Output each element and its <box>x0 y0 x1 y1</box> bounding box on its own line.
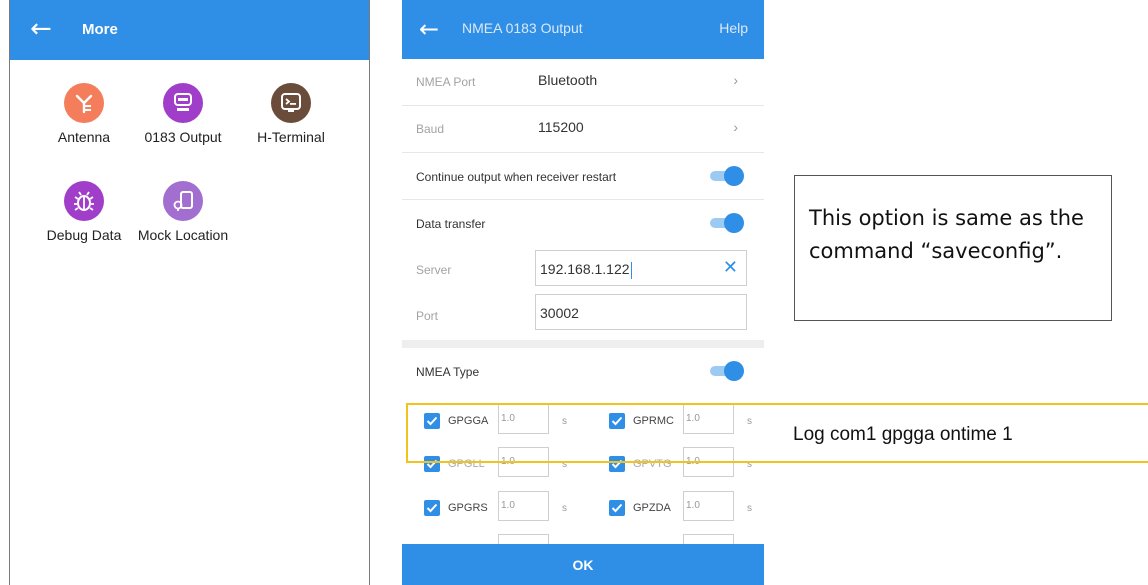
bug-icon <box>64 181 104 221</box>
port-row: Port 30002 <box>402 290 764 338</box>
clear-icon[interactable]: ✕ <box>723 257 738 278</box>
server-input-value: 192.168.1.122 <box>540 261 630 277</box>
server-input[interactable]: 192.168.1.122 ✕ <box>535 250 747 286</box>
nmea-icon <box>163 83 203 123</box>
data-transfer-toggle[interactable] <box>710 213 744 233</box>
gpgrs-unit: s <box>562 503 567 514</box>
tile-label-mock-location: Mock Location <box>137 227 229 243</box>
tile-0183-output[interactable]: 0183 Output <box>128 83 238 145</box>
gpzda-label: GPZDA <box>633 502 671 514</box>
nmea-output-screen: ← NMEA 0183 Output Help NMEA Port Blueto… <box>402 0 764 585</box>
continue-output-label: Continue output when receiver restart <box>416 170 617 184</box>
tile-antenna[interactable]: Antenna <box>29 83 139 145</box>
tile-label-h-terminal: H-Terminal <box>257 129 325 145</box>
saveconfig-callout: This option is same as the command “save… <box>794 175 1112 321</box>
antenna-icon <box>64 83 104 123</box>
tile-mock-location[interactable]: Mock Location <box>128 181 238 243</box>
more-screen: ← More Antenna 0183 Output H-Terminal De… <box>9 0 370 585</box>
server-label: Server <box>416 263 452 277</box>
baud-label: Baud <box>416 122 445 136</box>
baud-row[interactable]: Baud 115200 › <box>402 106 764 152</box>
tile-label-0183-output: 0183 Output <box>144 129 222 145</box>
more-title: More <box>82 21 118 38</box>
nmea-port-label: NMEA Port <box>416 75 476 89</box>
ok-label: OK <box>572 557 594 573</box>
checkbox-gpzda[interactable] <box>609 500 625 516</box>
nmea-type-toggle[interactable] <box>710 361 744 381</box>
nmea-port-row[interactable]: NMEA Port Bluetooth › <box>402 59 764 105</box>
gpzda-interval-input[interactable]: 1.0 <box>683 491 734 521</box>
tile-label-debug-data: Debug Data <box>46 227 122 243</box>
checkbox-gpgrs[interactable] <box>424 500 440 516</box>
ok-button[interactable]: OK <box>402 544 764 585</box>
port-input-value: 30002 <box>540 305 579 321</box>
port-input[interactable]: 30002 <box>535 294 747 330</box>
tile-label-antenna: Antenna <box>57 129 111 145</box>
gpgrs-interval-input[interactable]: 1.0 <box>498 491 549 521</box>
chevron-right-icon: › <box>733 119 738 135</box>
port-label: Port <box>416 309 439 323</box>
nmea-title: NMEA 0183 Output <box>462 20 583 36</box>
continue-output-toggle[interactable] <box>710 166 744 186</box>
continue-output-row: Continue output when receiver restart <box>402 153 764 199</box>
callout-text: This option is same as the command “save… <box>809 206 1084 263</box>
section-divider <box>402 340 764 348</box>
nmea-port-value: Bluetooth <box>538 72 598 88</box>
data-transfer-row: Data transfer <box>402 200 764 246</box>
nmea-type-row: NMEA Type <box>402 348 764 394</box>
back-arrow-icon[interactable]: ← <box>30 13 52 45</box>
log-command-text: Log com1 gpgga ontime 1 <box>793 424 1013 445</box>
chevron-right-icon: › <box>733 72 738 88</box>
baud-value: 115200 <box>538 119 584 135</box>
gpzda-unit: s <box>747 503 752 514</box>
tile-debug-data[interactable]: Debug Data <box>29 181 139 243</box>
tile-h-terminal[interactable]: H-Terminal <box>236 83 346 145</box>
gpgrs-label: GPGRS <box>448 502 488 514</box>
nmea-type-label: NMEA Type <box>416 365 480 379</box>
back-arrow-icon[interactable]: ← <box>419 13 439 45</box>
terminal-icon <box>271 83 311 123</box>
gpgga-highlight <box>406 403 1148 463</box>
mock-location-icon <box>163 181 203 221</box>
help-button[interactable]: Help <box>719 20 748 36</box>
server-row: Server 192.168.1.122 ✕ <box>402 246 764 290</box>
nmea-app-bar: ← NMEA 0183 Output Help <box>402 0 764 59</box>
text-cursor <box>630 261 632 279</box>
more-app-bar: ← More <box>10 0 369 60</box>
data-transfer-label: Data transfer <box>416 217 486 231</box>
